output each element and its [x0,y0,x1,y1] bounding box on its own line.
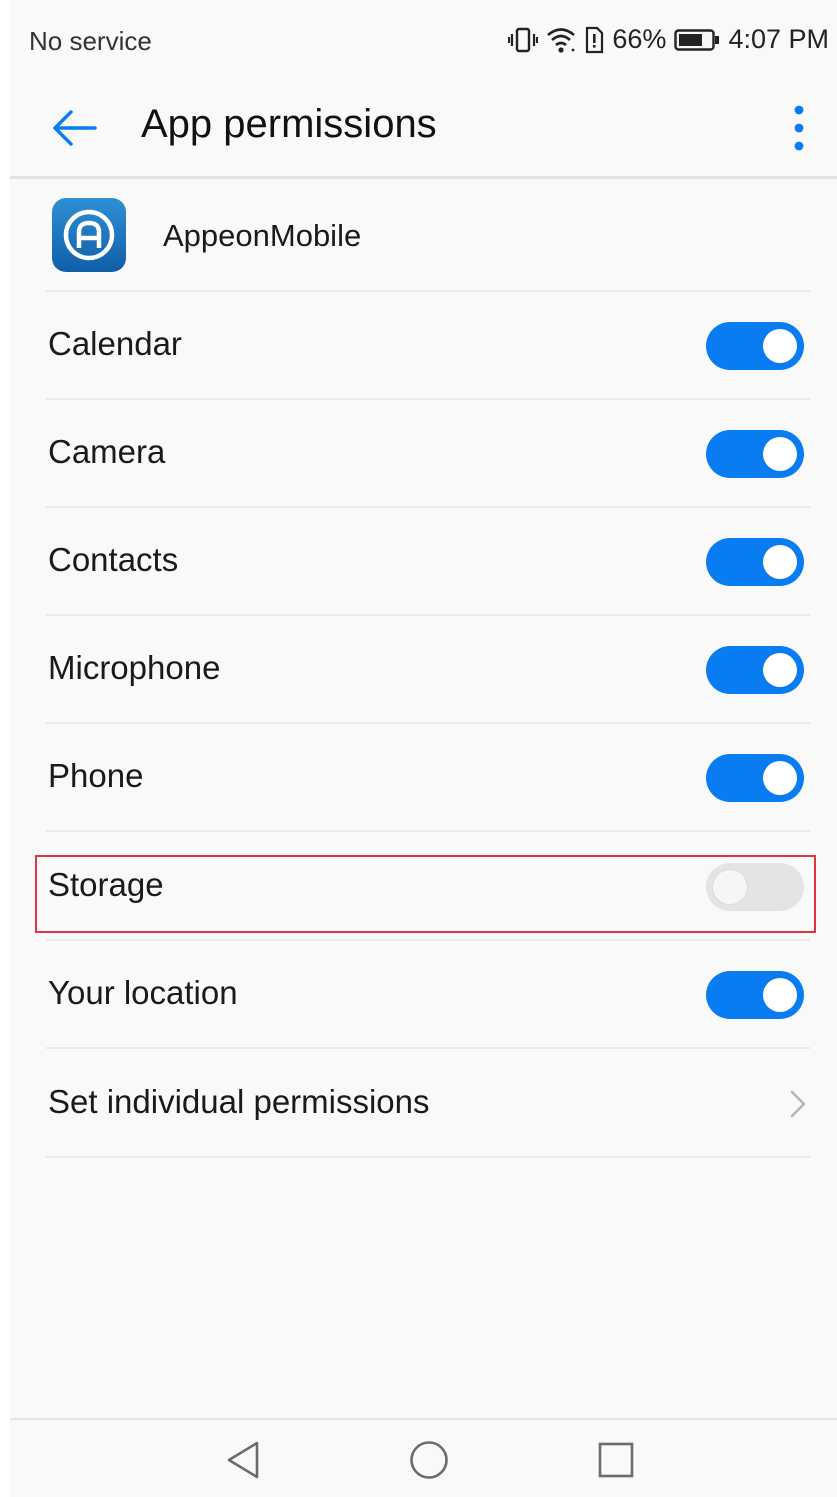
chevron-right-icon [790,1090,806,1118]
permission-row-phone[interactable]: Phone [10,724,837,830]
calendar-toggle[interactable] [706,322,804,370]
permission-label: Contacts [48,541,179,578]
permission-row-microphone[interactable]: Microphone [10,616,837,722]
permission-label: Camera [48,433,166,470]
toggle-knob [763,329,797,363]
permission-label: Calendar [48,325,182,362]
vibrate-icon [508,26,539,54]
toggle-knob [763,437,797,471]
more-vertical-icon [794,105,804,151]
appeon-logo-icon [52,198,126,272]
divider [46,830,810,832]
navigation-bar [10,1420,837,1497]
permission-row-camera[interactable]: Camera [10,400,837,506]
app-header: AppeonMobile [10,180,837,290]
nav-back-button[interactable] [221,1438,265,1482]
carrier-text: No service [29,26,152,56]
toggle-knob [763,545,797,579]
permission-label: Phone [48,757,144,794]
toggle-knob [763,978,797,1012]
divider [46,1047,810,1049]
battery-percent: 66% [612,24,667,54]
permission-row-contacts[interactable]: Contacts [10,508,837,614]
status-icons: 66% 4:07 PM [508,24,829,55]
set-individual-permissions-label: Set individual permissions [48,1083,430,1120]
toggle-knob [763,761,797,795]
nav-recents-icon [598,1442,634,1478]
back-button[interactable] [46,100,102,156]
set-individual-permissions-row[interactable]: Set individual permissions [10,1050,837,1156]
permission-label: Microphone [48,649,221,686]
permission-label: Storage [48,866,164,903]
contacts-toggle[interactable] [706,538,804,586]
toggle-knob [763,653,797,687]
nav-home-button[interactable] [407,1438,451,1482]
storage-toggle[interactable] [706,863,804,911]
location-toggle[interactable] [706,971,804,1019]
microphone-toggle[interactable] [706,646,804,694]
wifi-icon [546,26,576,54]
battery-icon [674,28,720,52]
more-options-button[interactable] [779,98,819,158]
permission-row-storage[interactable]: Storage [10,833,837,939]
permission-label: Your location [48,974,238,1011]
phone-toggle[interactable] [706,754,804,802]
clock-time: 4:07 PM [728,24,829,54]
permission-row-calendar[interactable]: Calendar [10,292,837,398]
arrow-left-icon [53,110,97,146]
nav-home-icon [410,1441,448,1479]
app-bar-divider [10,176,837,179]
app-bar: App permissions [10,80,837,176]
toggle-knob [713,870,747,904]
app-name: AppeonMobile [163,218,362,253]
camera-toggle[interactable] [706,430,804,478]
status-bar: No service 66% 4:07 PM [10,0,837,80]
sim-alert-icon [584,26,604,54]
page-title: App permissions [141,102,437,146]
nav-back-icon [227,1441,259,1479]
nav-recents-button[interactable] [594,1438,638,1482]
permission-row-location[interactable]: Your location [10,941,837,1047]
divider [46,1156,810,1158]
app-permissions-screen: No service 66% 4:07 PM App permissions A… [10,0,837,1497]
